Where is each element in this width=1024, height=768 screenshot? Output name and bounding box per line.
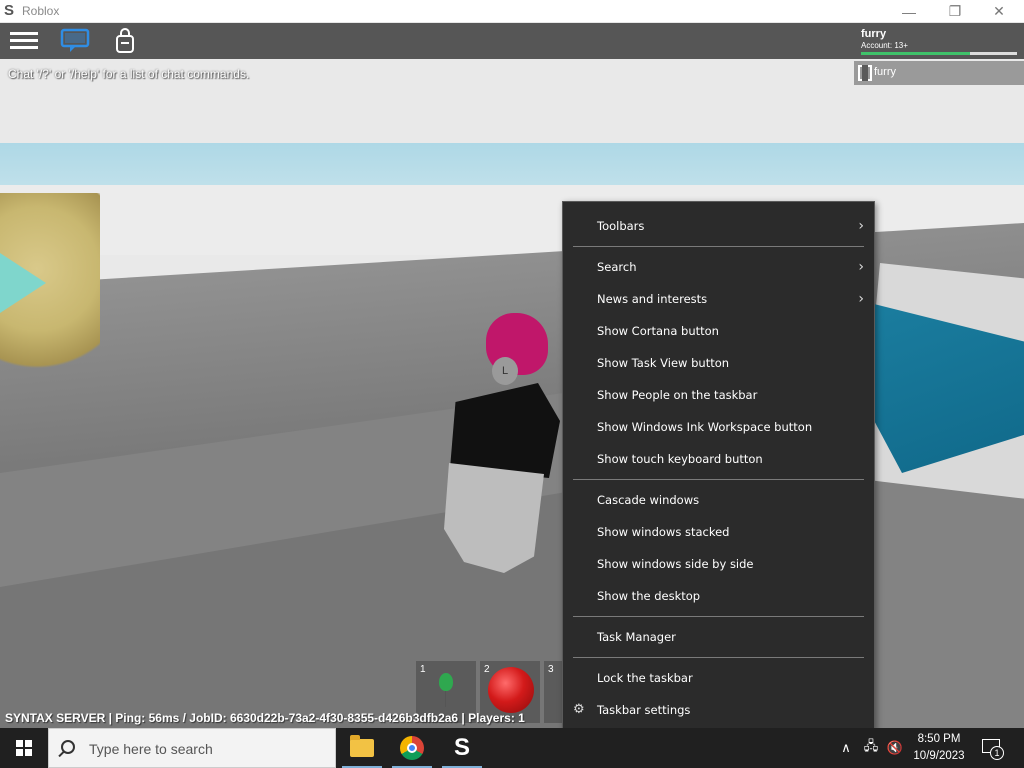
hotbar-slot-number: 2 [484,664,490,675]
chrome-icon [400,736,424,760]
menu-item-search[interactable]: Search › [563,251,874,283]
menu-item-taskbar-settings[interactable]: ⚙ Taskbar settings [563,694,874,726]
hotbar-slot-number: 3 [548,664,554,675]
menu-item-show-people[interactable]: Show People on the taskbar [563,379,874,411]
syntax-button[interactable]: S [438,728,486,768]
menu-item-label: News and interests [597,292,708,306]
show-hidden-icons-chevron-icon[interactable]: ∧ [836,728,856,768]
volume-muted-icon[interactable]: 🔇 [884,728,906,768]
menu-item-label: Show the desktop [597,589,701,603]
taskbar-context-menu: Toolbars › Search › News and interests › Sh… [562,201,875,734]
roblox-topbar: furry Account: 13+ [0,23,1024,59]
chevron-right-icon: › [858,291,864,307]
menu-item-label: Lock the taskbar [597,671,693,685]
menu-item-label: Toolbars [597,219,645,233]
avatar-head: L [492,357,518,385]
menu-separator [573,616,864,617]
close-button[interactable]: ✕ [976,0,1022,23]
username-label: furry [861,28,887,40]
clock-date: 10/9/2023 [913,750,965,762]
menu-item-label: Show People on the taskbar [597,388,758,402]
menu-item-task-manager[interactable]: Task Manager [563,621,874,653]
notification-count-badge: 1 [990,746,1004,760]
network-icon[interactable]: 🖧 [860,728,882,768]
menu-item-label: Show touch keyboard button [597,452,763,466]
notification-center-icon[interactable]: 1 [980,736,1004,760]
menu-item-label: Search [597,260,637,274]
menu-item-label: Show windows side by side [597,557,754,571]
taskbar-clock[interactable]: 8:50 PM 10/9/2023 [908,731,970,765]
menu-item-windows-side-by-side[interactable]: Show windows side by side [563,548,874,580]
backpack-icon[interactable] [112,28,138,54]
menu-item-news-and-interests[interactable]: News and interests › [563,283,874,315]
balloon-string [445,691,446,707]
menu-item-lock-taskbar[interactable]: Lock the taskbar [563,662,874,694]
player-icon [858,65,872,81]
taskbar-search-box[interactable]: Type here to search [48,728,336,768]
menu-item-show-cortana[interactable]: Show Cortana button [563,315,874,347]
menu-separator [573,657,864,658]
apple-icon [488,667,534,713]
menu-item-label: Show Cortana button [597,324,719,338]
sky-band [0,143,1024,185]
syntax-icon: S [453,734,470,761]
balloon-icon [439,673,453,691]
menu-item-show-touch-keyboard[interactable]: Show touch keyboard button [563,443,874,475]
search-icon [61,740,75,754]
minimize-button[interactable]: — [886,0,932,23]
hotbar-slot-number: 1 [420,664,426,675]
chrome-button[interactable] [388,728,436,768]
player-list: furry [854,61,1024,85]
menu-item-label: Show windows stacked [597,525,730,539]
gear-icon: ⚙ [573,702,585,717]
windows-taskbar: Type here to search S ∧ 🖧 🔇 8:50 PM 10/9… [0,728,1024,768]
avatar-torso [450,383,560,478]
menu-item-label: Task Manager [597,630,676,644]
roblox-app-icon: S [4,2,15,19]
menu-item-show-ink-workspace[interactable]: Show Windows Ink Workspace button [563,411,874,443]
server-status-text: SYNTAX SERVER | Ping: 56ms / JobID: 6630… [5,711,525,725]
chat-hint: Chat '/?' or '/help' for a list of chat … [8,67,250,81]
search-placeholder: Type here to search [89,741,213,757]
chat-icon[interactable] [60,28,90,54]
file-explorer-icon [350,735,374,757]
window-titlebar: S Roblox — ❐ ✕ [0,0,1024,23]
menu-separator [573,479,864,480]
window-title: Roblox [22,4,60,18]
chevron-right-icon: › [858,218,864,234]
menu-item-show-desktop[interactable]: Show the desktop [563,580,874,612]
menu-item-toolbars[interactable]: Toolbars › [563,210,874,242]
maximize-button[interactable]: ❐ [932,0,978,23]
player-list-entry[interactable]: furry [874,66,896,78]
menu-item-label: Show Windows Ink Workspace button [597,420,813,434]
menu-item-label: Show Task View button [597,356,730,370]
menu-item-label: Cascade windows [597,493,700,507]
start-button[interactable] [0,728,48,768]
player-avatar: L [440,313,570,573]
chevron-right-icon: › [858,259,864,275]
menu-item-label: Taskbar settings [597,703,691,717]
clock-time: 8:50 PM [917,733,961,745]
avatar-legs [444,463,544,573]
menu-separator [573,246,864,247]
windows-logo-icon [16,740,32,756]
menu-item-show-task-view[interactable]: Show Task View button [563,347,874,379]
menu-item-cascade-windows[interactable]: Cascade windows [563,484,874,516]
health-bar [861,52,1017,55]
hamburger-menu-icon[interactable] [10,29,40,53]
file-explorer-button[interactable] [338,728,386,768]
menu-item-windows-stacked[interactable]: Show windows stacked [563,516,874,548]
account-age-label: Account: 13+ [861,41,908,50]
